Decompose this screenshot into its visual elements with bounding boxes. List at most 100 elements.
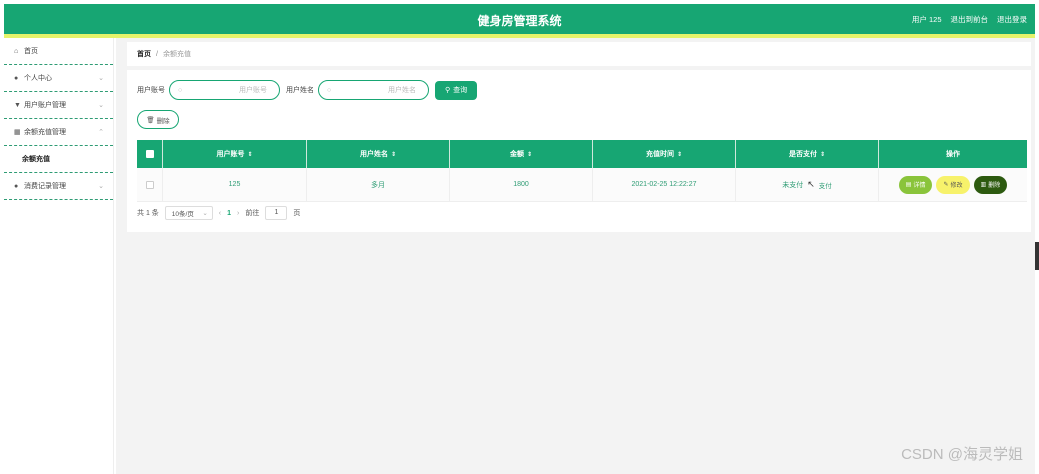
sort-icon: ⇕ xyxy=(390,151,397,158)
search-icon: ○ xyxy=(178,86,183,94)
detail-button[interactable]: ▤ 详情 xyxy=(898,175,933,194)
goto-page-input[interactable]: 1 xyxy=(265,206,288,220)
column-header-paid[interactable]: 是否支付 ⇕ xyxy=(736,140,879,168)
column-label: 用户姓名 xyxy=(359,151,388,158)
recharge-table: 用户账号 ⇕ 用户姓名 ⇕ 金额 ⇕ 充值时间 ⇕ 是否支付 ⇕ 操作 125 多月 18… xyxy=(137,140,1027,202)
home-icon: ⌂ xyxy=(14,47,19,55)
column-header-name[interactable]: 用户姓名 ⇕ xyxy=(307,140,450,168)
logout-link[interactable]: 退出登录 xyxy=(997,14,1027,25)
sidebar: ⌂ 首页 ● 个人中心 ⌄ ▼ 用户账户管理 ⌄ ▦ 余额充值管理 ⌃ 余额充值… xyxy=(4,38,114,474)
sidebar-item-label: 消费记录管理 xyxy=(24,183,66,190)
cell-name: 多月 xyxy=(307,168,450,201)
sort-icon: ⇕ xyxy=(247,151,253,158)
app-title: 健身房管理系统 xyxy=(477,14,562,28)
column-header-actions: 操作 xyxy=(879,140,1027,168)
search-icon: ⚲ xyxy=(445,87,451,94)
current-user: 用户 125 xyxy=(911,15,942,24)
header-actions: 用户 125 退出到前台 退出登录 xyxy=(912,14,1027,25)
top-header: 健身房管理系统 用户 125 退出到前台 退出登录 xyxy=(4,4,1035,34)
next-page-icon[interactable]: › xyxy=(237,210,239,217)
goto-label: 前往 xyxy=(245,210,260,217)
trash-icon: 🗑 xyxy=(146,116,155,124)
query-button-label: 查询 xyxy=(453,87,468,94)
page-size-value: 10条/页 xyxy=(171,211,194,218)
account-label: 用户账号 xyxy=(137,87,165,94)
current-page-number[interactable]: 1 xyxy=(227,210,231,217)
column-header-amount[interactable]: 金额 ⇕ xyxy=(450,140,593,168)
sort-icon: ⇕ xyxy=(819,151,826,158)
sidebar-item-personal-center[interactable]: ● 个人中心 ⌄ xyxy=(4,65,113,92)
row-select-cell xyxy=(137,168,163,201)
column-label: 用户账号 xyxy=(216,151,245,158)
sort-icon: ⇕ xyxy=(526,151,533,158)
pagination: 共 1 条 10条/页 ⌄ ‹ 1 › 前往 1 页 xyxy=(137,206,300,220)
column-header-time[interactable]: 充值时间 ⇕ xyxy=(593,140,736,168)
column-label: 是否支付 xyxy=(788,151,817,158)
watermark: CSDN @海灵学姐 xyxy=(901,446,1023,463)
cell-actions: ▤ 详情 ✎ 修改 ▥ 删除 xyxy=(879,168,1027,201)
delete-row-button[interactable]: ▥ 删除 xyxy=(973,175,1008,194)
scrollbar-handle[interactable] xyxy=(1035,242,1039,270)
detail-button-label: 详情 xyxy=(913,183,926,189)
batch-delete-button[interactable]: 🗑 删除 xyxy=(137,110,179,129)
sidebar-item-label: 个人中心 xyxy=(24,75,52,82)
account-search-input[interactable]: ○ 用户账号 xyxy=(169,80,280,100)
mouse-cursor-icon: ↖ xyxy=(807,179,815,189)
edit-button[interactable]: ✎ 修改 xyxy=(936,175,970,194)
chevron-down-icon: ⌄ xyxy=(98,102,104,109)
name-placeholder: 用户姓名 xyxy=(388,87,416,94)
breadcrumb: 首页 / 余额充值 xyxy=(127,42,1031,66)
sidebar-item-user-accounts[interactable]: ▼ 用户账户管理 ⌄ xyxy=(4,92,113,119)
table-row: 125 多月 1800 2021-02-25 12:22:27 未支付 ↖ 支付… xyxy=(137,168,1027,202)
cell-account: 125 xyxy=(163,168,307,201)
prev-page-icon[interactable]: ‹ xyxy=(219,210,221,217)
shield-icon: ▼ xyxy=(14,101,21,109)
breadcrumb-current: 余额充值 xyxy=(162,51,191,58)
total-count: 共 1 条 xyxy=(137,210,159,217)
table-header: 用户账号 ⇕ 用户姓名 ⇕ 金额 ⇕ 充值时间 ⇕ 是否支付 ⇕ 操作 xyxy=(137,140,1027,168)
table-icon: ▦ xyxy=(14,129,21,136)
sidebar-item-consumption-records[interactable]: ● 消费记录管理 ⌄ xyxy=(4,173,113,200)
sidebar-item-label: 余额充值管理 xyxy=(24,129,66,136)
sort-icon: ⇕ xyxy=(676,151,683,158)
query-button[interactable]: ⚲ 查询 xyxy=(435,80,478,100)
sidebar-subitem-recharge[interactable]: 余额充值 xyxy=(4,146,113,173)
sidebar-item-recharge-management[interactable]: ▦ 余额充值管理 ⌃ xyxy=(4,119,113,146)
breadcrumb-separator: / xyxy=(156,50,158,58)
column-label: 金额 xyxy=(509,151,524,158)
back-to-front-link[interactable]: 退出到前台 xyxy=(951,14,989,25)
user-icon: ● xyxy=(14,182,19,190)
search-icon: ○ xyxy=(327,86,332,94)
sidebar-item-label: 首页 xyxy=(24,48,38,55)
delete-button-label: 删除 xyxy=(156,117,170,125)
main-content: 首页 / 余额充值 用户账号 ○ 用户账号 用户姓名 ○ 用户姓名 ⚲ 查询 🗑… xyxy=(116,38,1035,474)
document-icon: ▤ xyxy=(905,182,912,188)
pay-link[interactable]: 支付 xyxy=(819,180,832,190)
user-icon: ● xyxy=(14,74,19,82)
sidebar-item-label: 用户账户管理 xyxy=(24,102,66,109)
sidebar-item-home[interactable]: ⌂ 首页 xyxy=(4,38,113,65)
account-placeholder: 用户账号 xyxy=(239,87,267,94)
paid-status: 未支付 xyxy=(782,181,804,189)
edit-button-label: 修改 xyxy=(950,183,963,189)
name-label: 用户姓名 xyxy=(286,87,314,94)
search-bar: 用户账号 ○ 用户账号 用户姓名 ○ 用户姓名 ⚲ 查询 xyxy=(137,80,478,100)
chevron-down-icon: ⌄ xyxy=(98,75,104,82)
page-size-select[interactable]: 10条/页 ⌄ xyxy=(164,206,213,220)
column-label: 操作 xyxy=(946,151,960,158)
delete-row-label: 删除 xyxy=(988,183,1001,189)
chevron-down-icon: ⌄ xyxy=(202,210,208,217)
column-header-account[interactable]: 用户账号 ⇕ xyxy=(163,140,307,168)
select-all-cell xyxy=(137,140,163,168)
cell-paid: 未支付 ↖ 支付 xyxy=(736,168,879,201)
select-all-checkbox[interactable] xyxy=(145,150,154,158)
cell-time: 2021-02-25 12:22:27 xyxy=(593,168,736,201)
column-label: 充值时间 xyxy=(645,151,674,158)
row-checkbox[interactable] xyxy=(145,180,154,189)
name-search-input[interactable]: ○ 用户姓名 xyxy=(318,80,429,100)
edit-icon: ✎ xyxy=(943,182,949,188)
chevron-up-icon: ⌃ xyxy=(98,129,104,136)
cell-amount: 1800 xyxy=(450,168,593,201)
trash-icon: ▥ xyxy=(980,182,987,188)
breadcrumb-home[interactable]: 首页 xyxy=(137,49,151,59)
